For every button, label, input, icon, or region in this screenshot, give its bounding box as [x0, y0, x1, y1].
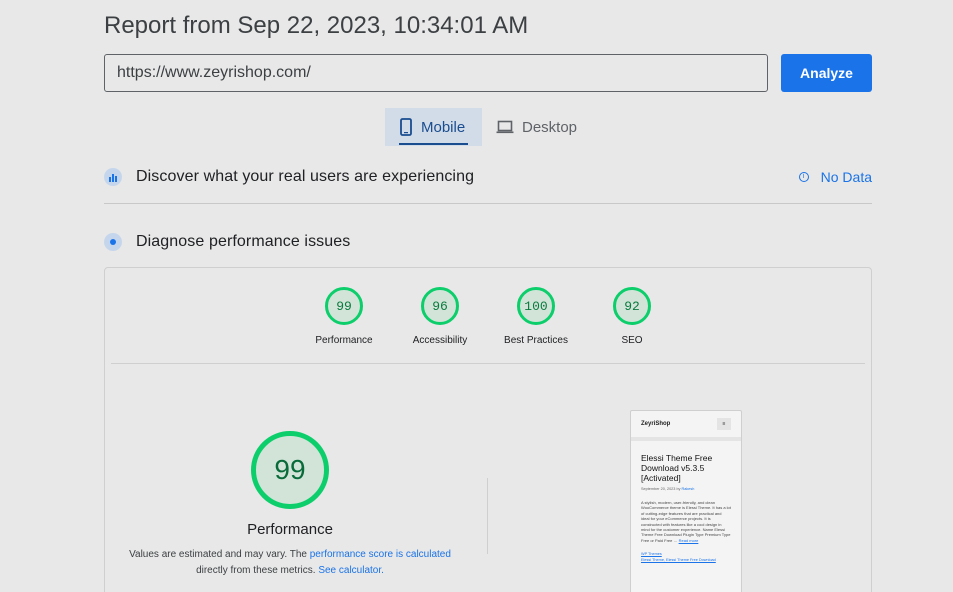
screenshot-body-text: A stylish, modern, user-friendly, and cl… [641, 500, 731, 543]
score-label: SEO [621, 335, 643, 346]
section-divider [104, 203, 872, 204]
note-prefix: Values are estimated and may vary. The [129, 549, 310, 560]
see-calculator-link[interactable]: See calculator. [318, 565, 384, 576]
menu-icon: ≡ [717, 418, 731, 430]
smartphone-icon [400, 118, 412, 136]
lab-data-icon [104, 233, 122, 251]
lab-report-panel: 99 Performance 96 Accessibility 100 Best… [104, 267, 872, 592]
vertical-divider [487, 478, 488, 554]
analyze-button[interactable]: Analyze [781, 54, 872, 92]
tab-desktop-label: Desktop [522, 118, 578, 136]
field-data-heading: Discover what your real users are experi… [136, 168, 475, 185]
tab-mobile-label: Mobile [421, 118, 466, 136]
diagnose-section: Diagnose performance issues [104, 233, 872, 251]
score-value: 96 [421, 287, 459, 325]
note-middle: directly from these metrics. [196, 565, 319, 576]
screenshot-title: Elessi Theme Free Download v5.3.5 [Activ… [641, 453, 713, 483]
gauges-divider [111, 363, 865, 364]
score-gauge-performance[interactable]: 99 Performance [296, 287, 392, 346]
tab-desktop[interactable]: Desktop [482, 108, 591, 146]
performance-big-gauge: 99 [251, 431, 329, 509]
screenshot-site-name: ZeyriShop [641, 421, 671, 427]
screenshot-body: A stylish, modern, user-friendly, and cl… [641, 500, 731, 543]
estimate-note: Values are estimated and may vary. The p… [105, 547, 475, 579]
users-chart-icon [104, 168, 122, 186]
field-data-section: Discover what your real users are experi… [104, 168, 872, 186]
page-screenshot: ZeyriShop ≡ Elessi Theme Free Download v… [630, 410, 742, 592]
performance-big-label: Performance [247, 521, 333, 538]
score-label: Performance [315, 335, 373, 346]
screenshot-header: ZeyriShop ≡ [631, 411, 741, 441]
tab-mobile[interactable]: Mobile [385, 108, 482, 146]
score-value: 100 [517, 287, 555, 325]
no-data-label: No Data [820, 169, 872, 185]
screenshot-date-text: September 20, 2023 by [641, 487, 682, 491]
score-gauge-best-practices[interactable]: 100 Best Practices [488, 287, 584, 346]
screenshot-meta: WP Themes Elessi Theme, Elessi Theme Fre… [641, 551, 731, 563]
diagnose-heading: Diagnose performance issues [136, 233, 351, 250]
score-label: Accessibility [412, 335, 468, 346]
page-title: Report from Sep 22, 2023, 10:34:01 AM [104, 12, 529, 39]
screenshot-author: Rakesh [681, 487, 695, 491]
score-gauge-seo[interactable]: 92 SEO [584, 287, 680, 346]
screenshot-tags: Elessi Theme, Elessi Theme Free Download [641, 558, 716, 563]
laptop-icon [496, 120, 514, 134]
info-icon: i [798, 172, 809, 182]
screenshot-read-more: Read more [678, 537, 699, 543]
performance-score-link[interactable]: performance score is calculated [310, 549, 451, 560]
score-value: 92 [613, 287, 651, 325]
score-gauge-accessibility[interactable]: 96 Accessibility [392, 287, 488, 346]
score-value: 99 [325, 287, 363, 325]
url-input[interactable] [104, 54, 768, 92]
screenshot-date: September 20, 2023 by Rakesh [641, 487, 731, 491]
score-label: Best Practices [504, 335, 568, 346]
no-data-status: i No Data [798, 169, 872, 185]
